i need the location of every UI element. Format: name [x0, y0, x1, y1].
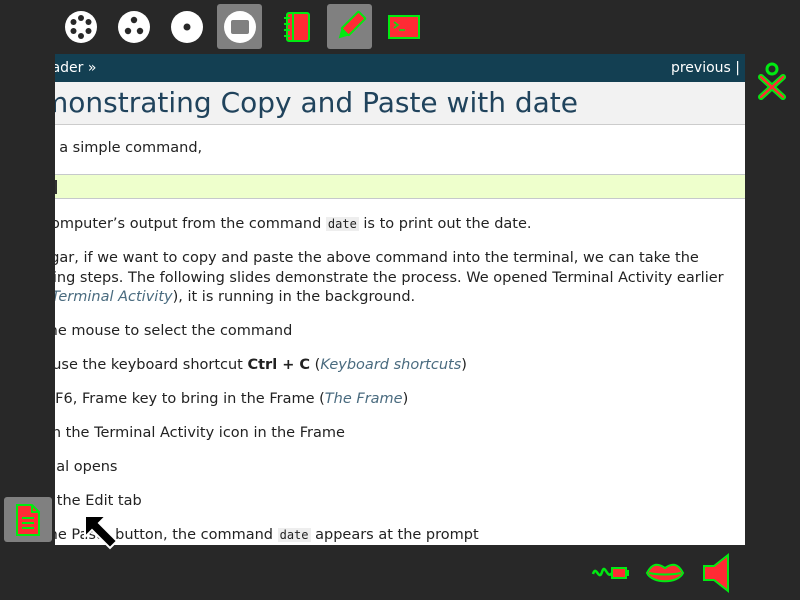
activity-view-icon[interactable]: [217, 4, 262, 49]
inline-code-date-2: date: [277, 528, 311, 542]
text-caret: [55, 180, 57, 194]
home-view-icon[interactable]: [164, 4, 209, 49]
step-6: n the Edit tab: [55, 493, 142, 509]
mouse-pointer-icon: [82, 513, 120, 551]
terminal-activity-icon[interactable]: [380, 4, 425, 49]
step-7-after: button, the command: [110, 527, 278, 543]
journal-icon[interactable]: [274, 4, 319, 49]
step-5: inal opens: [55, 459, 118, 475]
document-window: oader » previous | monstrating Copy and …: [55, 54, 745, 545]
neighborhood-view-icon[interactable]: [58, 4, 103, 49]
paragraph-line-3: t Terminal Activity), it is running in t…: [55, 288, 745, 308]
paragraph-line-2: wing steps. The following slides demonst…: [55, 269, 724, 286]
step-2-before: , use the keyboard shortcut: [55, 357, 248, 373]
intro-text: is a simple command,: [55, 140, 203, 156]
speech-icon[interactable]: [644, 558, 686, 588]
link-the-frame[interactable]: The Frame: [325, 391, 403, 407]
breadcrumb-link[interactable]: oader »: [55, 60, 96, 76]
link-start-terminal-activity[interactable]: t Terminal Activity: [55, 289, 173, 305]
step-2-paren-close: ): [461, 357, 467, 373]
paragraph-line-1: ugar, if we want to copy and paste the a…: [55, 250, 699, 266]
step-1: the mouse to select the command: [55, 323, 293, 339]
network-device-icon[interactable]: [590, 558, 632, 588]
step-3: s F6, Frame key to bring in the Frame (T…: [55, 390, 408, 409]
buddy-xo-icon[interactable]: [756, 60, 788, 102]
step-7-before: the: [55, 527, 67, 543]
previous-link[interactable]: previous |: [671, 60, 740, 76]
step-7-end: appears at the prompt: [310, 527, 479, 543]
write-activity-icon[interactable]: [327, 4, 372, 49]
step-2: , use the keyboard shortcut Ctrl + C (Ke…: [55, 356, 467, 375]
output-text-after: is to print out the date.: [358, 216, 532, 232]
title-bar: monstrating Copy and Paste with date: [55, 82, 745, 125]
paragraph-steps-intro: ugar, if we want to copy and paste the a…: [55, 249, 745, 308]
step-3-before: s F6, Frame key to bring in the Frame (: [55, 391, 325, 407]
inline-code-date: date: [325, 217, 359, 231]
related-navbar: oader » previous |: [55, 54, 745, 82]
step-3-after: ): [402, 391, 409, 407]
keyboard-shortcut: Ctrl + C: [247, 357, 311, 373]
output-text: computer’s output from the command date …: [55, 215, 532, 234]
step-2-paren-open: (: [310, 357, 321, 373]
group-view-icon[interactable]: [111, 4, 156, 49]
step-4: on the Terminal Activity icon in the Fra…: [55, 425, 345, 441]
code-block[interactable]: [55, 174, 745, 199]
output-text-before: computer’s output from the command: [55, 216, 326, 232]
speaker-volume-icon[interactable]: [700, 552, 736, 594]
page-title: monstrating Copy and Paste with date: [55, 86, 578, 119]
paragraph-line-3-after: ), it is running in the background.: [172, 289, 416, 305]
link-keyboard-shortcuts[interactable]: Keyboard shortcuts: [320, 357, 461, 373]
journal-entry-icon[interactable]: [4, 497, 52, 542]
